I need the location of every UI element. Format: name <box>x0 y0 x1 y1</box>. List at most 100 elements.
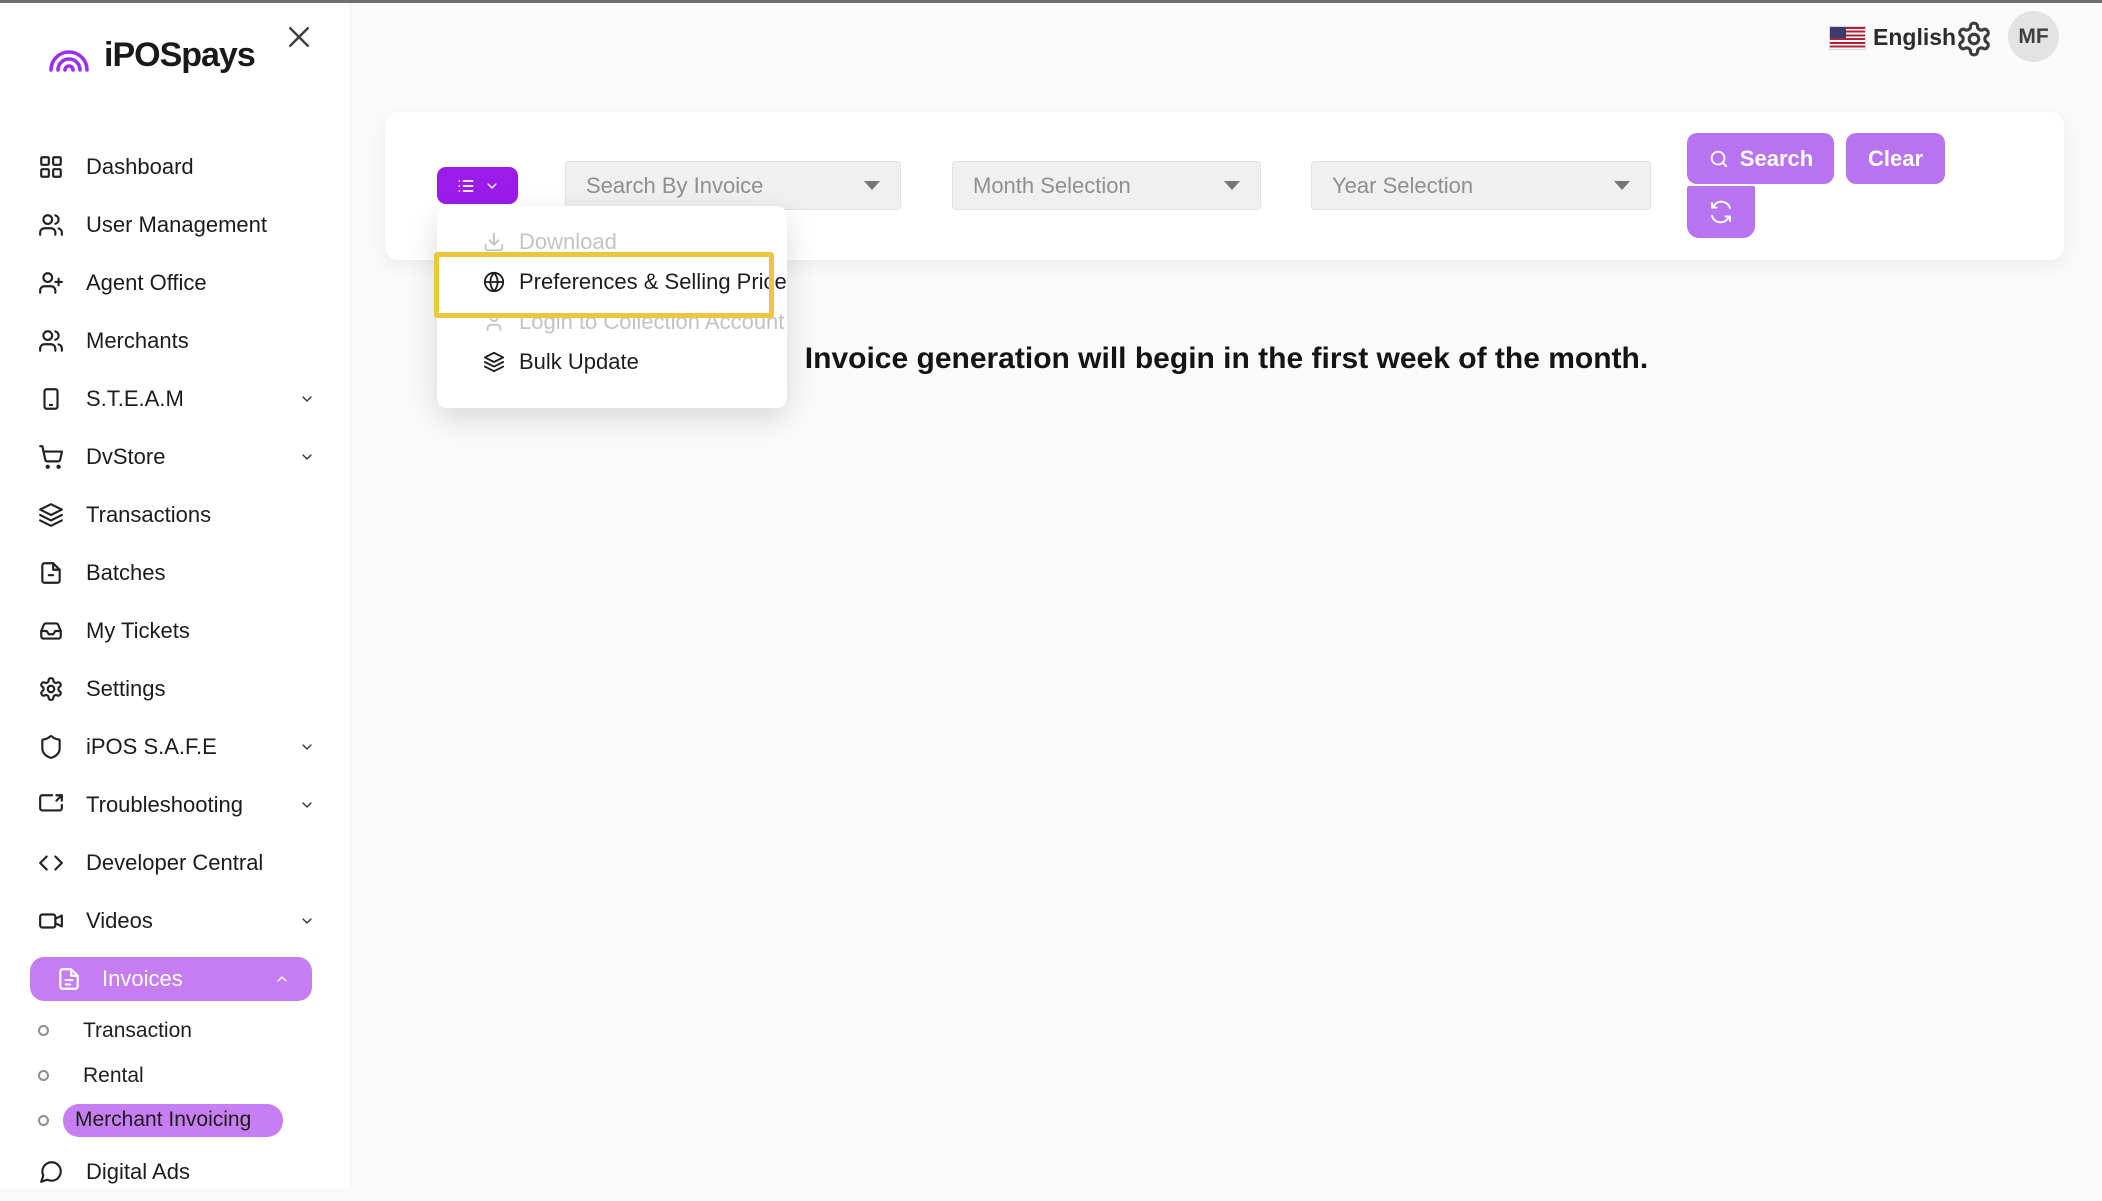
menu-item-preferences-selling-price[interactable]: Preferences & Selling Price <box>437 262 787 302</box>
bullet-icon <box>38 1070 49 1081</box>
chevron-down-icon <box>299 449 315 465</box>
menu-item-login-collection-account[interactable]: Login to Collection Account <box>437 302 787 342</box>
caret-down-icon <box>864 181 880 190</box>
sidebar-item-label: Developer Central <box>86 850 263 876</box>
chevron-down-icon <box>299 913 315 929</box>
video-camera-icon <box>38 908 64 934</box>
sidebar-item-user-management[interactable]: User Management <box>0 196 351 254</box>
cart-icon <box>38 444 64 470</box>
sidebar: iPOSpays Dashboard User Management Agent… <box>0 0 351 1188</box>
brand-logo: iPOSpays <box>44 36 255 75</box>
clear-button-label: Clear <box>1868 146 1923 172</box>
sidebar-item-troubleshooting[interactable]: Troubleshooting <box>0 776 351 834</box>
sidebar-subitem-merchant-invoicing[interactable]: Merchant Invoicing <box>0 1098 351 1143</box>
select-placeholder: Year Selection <box>1332 173 1473 199</box>
menu-item-label: Bulk Update <box>519 349 639 375</box>
chevron-down-icon <box>484 178 500 194</box>
sidebar-item-settings[interactable]: Settings <box>0 660 351 718</box>
sidebar-item-ipos-safe[interactable]: iPOS S.A.F.E <box>0 718 351 776</box>
sidebar-item-label: iPOS S.A.F.E <box>86 734 217 760</box>
chevron-down-icon <box>299 391 315 407</box>
sidebar-subitem-label: Rental <box>83 1064 144 1088</box>
close-icon[interactable] <box>284 22 314 52</box>
sidebar-item-dashboard[interactable]: Dashboard <box>0 138 351 196</box>
sidebar-nav: Dashboard User Management Agent Office M… <box>0 138 351 1201</box>
bullet-icon <box>38 1115 49 1126</box>
chevron-down-icon <box>299 797 315 813</box>
search-by-invoice-select[interactable]: Search By Invoice <box>565 161 901 210</box>
search-icon <box>1708 148 1730 170</box>
select-placeholder: Month Selection <box>973 173 1131 199</box>
menu-item-download[interactable]: Download <box>437 222 787 262</box>
sidebar-item-label: Videos <box>86 908 153 934</box>
settings-gear-icon[interactable] <box>1955 20 1993 58</box>
file-icon <box>38 560 64 586</box>
actions-dropdown-menu: Download Preferences & Selling Price Log… <box>437 206 787 408</box>
user-plus-icon <box>38 270 64 296</box>
sidebar-item-steam[interactable]: S.T.E.A.M <box>0 370 351 428</box>
layers-icon <box>38 502 64 528</box>
sidebar-item-transactions[interactable]: Transactions <box>0 486 351 544</box>
sidebar-item-videos[interactable]: Videos <box>0 892 351 950</box>
grid-icon <box>38 154 64 180</box>
user-icon <box>483 311 505 333</box>
topbar: English MF <box>351 0 2102 80</box>
sidebar-item-label: My Tickets <box>86 618 190 644</box>
sidebar-item-label: Agent Office <box>86 270 207 296</box>
sidebar-item-developer-central[interactable]: Developer Central <box>0 834 351 892</box>
sidebar-item-agent-office[interactable]: Agent Office <box>0 254 351 312</box>
avatar[interactable]: MF <box>2008 11 2059 62</box>
sidebar-subitem-label: Merchant Invoicing <box>63 1104 283 1137</box>
sidebar-item-dvstore[interactable]: DvStore <box>0 428 351 486</box>
menu-item-label: Login to Collection Account <box>519 309 784 335</box>
year-selection-select[interactable]: Year Selection <box>1311 161 1651 210</box>
sidebar-item-label: S.T.E.A.M <box>86 386 184 412</box>
sidebar-item-label: Transactions <box>86 502 211 528</box>
actions-menu-trigger-button[interactable] <box>437 167 518 204</box>
shield-icon <box>38 734 64 760</box>
sidebar-subitem-rental[interactable]: Rental <box>0 1053 351 1098</box>
inbox-icon <box>38 618 64 644</box>
menu-item-label: Download <box>519 229 617 255</box>
bullet-icon <box>38 1025 49 1036</box>
users-icon <box>38 212 64 238</box>
list-icon <box>456 176 476 196</box>
tablet-icon <box>38 386 64 412</box>
menu-item-bulk-update[interactable]: Bulk Update <box>437 342 787 382</box>
sidebar-item-batches[interactable]: Batches <box>0 544 351 602</box>
rainbow-arc-icon <box>44 37 94 75</box>
search-button-label: Search <box>1740 146 1813 172</box>
sidebar-item-invoices[interactable]: Invoices <box>30 957 312 1001</box>
sidebar-item-label: User Management <box>86 212 267 238</box>
menu-item-label: Preferences & Selling Price <box>519 269 787 295</box>
language-selector[interactable]: English <box>1873 24 1956 51</box>
window-top-edge <box>0 0 2102 3</box>
chevron-down-icon <box>299 739 315 755</box>
refresh-button[interactable] <box>1687 186 1755 238</box>
layers-icon <box>483 351 505 373</box>
globe-icon <box>483 271 505 293</box>
users-icon <box>38 328 64 354</box>
screen-share-icon <box>38 792 64 818</box>
us-flag-icon <box>1829 26 1866 50</box>
sidebar-item-my-tickets[interactable]: My Tickets <box>0 602 351 660</box>
gear-icon <box>38 676 64 702</box>
download-icon <box>483 231 505 253</box>
month-selection-select[interactable]: Month Selection <box>952 161 1261 210</box>
chevron-up-icon <box>274 971 290 987</box>
sidebar-item-label: Merchants <box>86 328 189 354</box>
sidebar-item-merchants[interactable]: Merchants <box>0 312 351 370</box>
invoice-file-icon <box>56 966 82 992</box>
sidebar-subitem-transaction[interactable]: Transaction <box>0 1008 351 1053</box>
refresh-icon <box>1709 200 1733 224</box>
sidebar-item-digital-ads[interactable]: Digital Ads <box>0 1143 351 1201</box>
sidebar-subitem-label: Transaction <box>83 1019 192 1043</box>
clear-button[interactable]: Clear <box>1846 133 1945 184</box>
code-icon <box>38 850 64 876</box>
sidebar-item-label: Invoices <box>102 966 183 992</box>
search-button[interactable]: Search <box>1687 133 1834 184</box>
sidebar-item-label: Digital Ads <box>86 1159 190 1185</box>
caret-down-icon <box>1224 181 1240 190</box>
sidebar-item-label: Dashboard <box>86 154 194 180</box>
select-placeholder: Search By Invoice <box>586 173 763 199</box>
